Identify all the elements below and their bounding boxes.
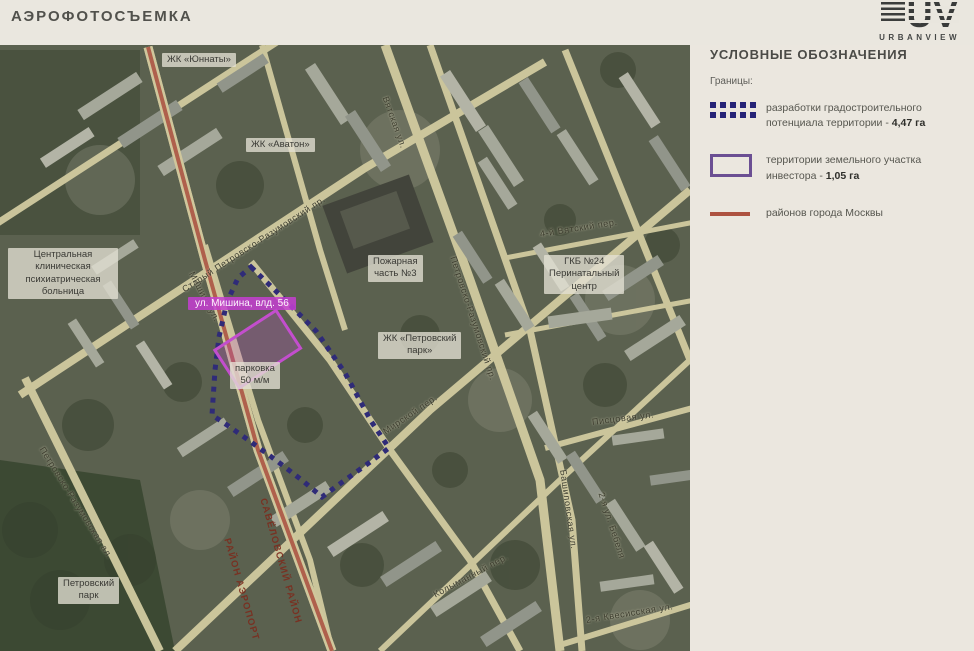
map-label-hospital: Центральная клиническая психиатрическая … (8, 248, 118, 299)
district-line-swatch (710, 207, 752, 216)
map-label-zk-avaton: ЖК «Аватон» (246, 138, 315, 152)
legend-item-text: разработки градостроительного потенциала… (766, 101, 925, 131)
urbanview-logo: UV URBANVIEW (879, 0, 960, 42)
legend-item-moscow-districts: районов города Москвы (710, 206, 974, 221)
legend-title: УСЛОВНЫЕ ОБОЗНАЧЕНИЯ (710, 45, 974, 62)
aerial-map: Старый Петровско-Разумовский пр. Мишина … (0, 45, 690, 651)
satellite-canvas (0, 45, 690, 651)
map-label-fire-station: Пожарная часть №3 (368, 255, 423, 282)
logo-stripes (881, 2, 905, 24)
slide: АЭРОФОТОСЪЕМКА UV URBANVIEW (0, 0, 974, 651)
map-label-gkb-24: ГКБ №24 Перинатальный центр (544, 255, 624, 294)
map-label-zk-petrovsky-park: ЖК «Петровский парк» (378, 332, 461, 359)
page-title: АЭРОФОТОСЪЕМКА (11, 8, 193, 25)
map-label-mishina-parcel: ул. Мишина, влд. 56 (188, 297, 296, 310)
legend-subtitle: Границы: (710, 76, 974, 87)
uv-mark: UV (881, 0, 959, 30)
legend-item-investor-parcel: территории земельного участка инвестора … (710, 153, 974, 183)
legend-panel: УСЛОВНЫЕ ОБОЗНАЧЕНИЯ Границы: разработки… (690, 45, 974, 651)
dotted-boundary-swatch (710, 102, 752, 118)
map-label-zk-yunnaty: ЖК «Юннаты» (162, 53, 236, 67)
map-label-parking: парковка 50 м/м (230, 362, 280, 389)
legend-item-text: территории земельного участка инвестора … (766, 153, 921, 183)
parcel-outline-swatch (710, 154, 752, 177)
legend-item-text: районов города Москвы (766, 206, 883, 221)
legend-item-development-boundary: разработки градостроительного потенциала… (710, 101, 974, 131)
map-label-petrovsky-park: Петровский парк (58, 577, 119, 604)
